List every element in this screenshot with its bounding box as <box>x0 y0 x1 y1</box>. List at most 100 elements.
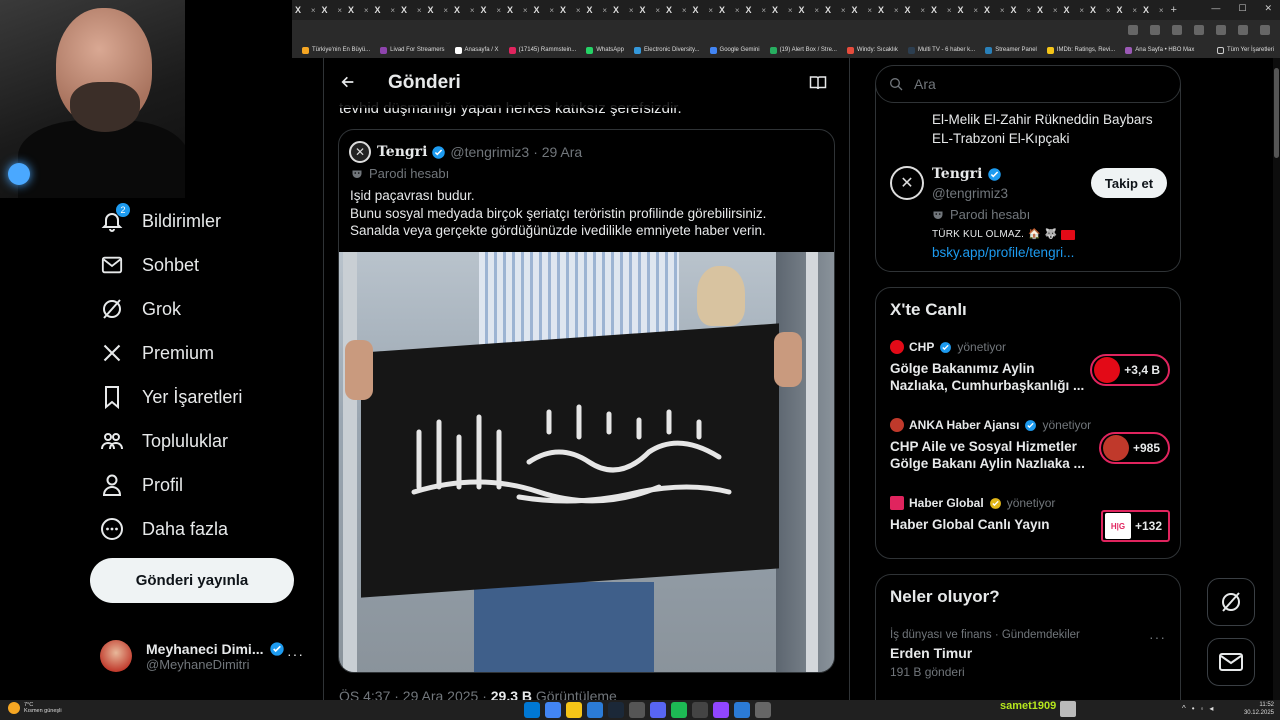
bookmark-item[interactable]: Streamer Panel <box>985 46 1037 54</box>
more-icon[interactable]: ··· <box>1149 629 1166 645</box>
quoted-author-handle[interactable]: @tengrimiz3 <box>450 144 529 160</box>
app-icon[interactable] <box>692 702 708 718</box>
browser-tab[interactable]: X × <box>557 0 584 20</box>
browser-tab[interactable]: X × <box>637 0 664 20</box>
tab-close-icon[interactable]: × <box>973 6 978 15</box>
tab-close-icon[interactable]: × <box>1106 6 1111 15</box>
grok-fab[interactable] <box>1207 578 1255 626</box>
nav-item-x-logo[interactable]: Premium <box>100 338 214 368</box>
maximize-icon[interactable]: ☐ <box>1238 3 1246 14</box>
browser-tab[interactable]: X × <box>1008 0 1035 20</box>
post-button[interactable]: Gönderi yayınla <box>90 558 294 603</box>
tab-close-icon[interactable]: × <box>390 6 395 15</box>
tab-close-icon[interactable]: × <box>470 6 475 15</box>
new-tab-button[interactable]: + <box>1171 4 1177 16</box>
browser-tab[interactable]: X × <box>1034 0 1061 20</box>
app-icon[interactable] <box>755 702 771 718</box>
browser-tab[interactable]: X × <box>743 0 770 20</box>
mic-icon[interactable]: • <box>1192 704 1195 713</box>
folder-icon[interactable] <box>566 702 582 718</box>
tab-close-icon[interactable]: × <box>894 6 899 15</box>
profile-name[interactable]: Tengri <box>932 166 1002 182</box>
live-listeners-pill[interactable]: +985 <box>1098 432 1170 464</box>
live-item[interactable]: Haber Global yönetiyor Haber Global Canlı … <box>890 496 1170 560</box>
profile-avatar[interactable]: ✕ <box>890 166 924 200</box>
all-bookmarks[interactable]: Tüm Yer İşaretleri <box>1216 46 1280 54</box>
browser-tab[interactable]: X × <box>292 0 319 20</box>
extension-icon[interactable] <box>1194 25 1204 35</box>
spotify-icon[interactable] <box>671 702 687 718</box>
bookmark-item[interactable]: Windy: Sıcaklık <box>846 46 898 54</box>
tab-close-icon[interactable]: × <box>364 6 369 15</box>
bookmark-item[interactable]: Google Gemini <box>709 46 760 54</box>
bookmark-item[interactable]: WhatsApp <box>586 46 624 54</box>
browser-tab[interactable]: X × <box>584 0 611 20</box>
tab-close-icon[interactable]: × <box>947 6 952 15</box>
window-controls[interactable]: — ☐ ✕ <box>1211 3 1272 14</box>
network-icon[interactable]: ◦ <box>1201 704 1204 713</box>
quoted-author-name[interactable]: Tengri <box>377 144 427 160</box>
browser-tab[interactable]: X × <box>1061 0 1088 20</box>
bookmark-item[interactable]: Türkiye'nin En Büyü... <box>302 46 370 54</box>
back-arrow-icon[interactable] <box>340 74 356 95</box>
tab-close-icon[interactable]: × <box>841 6 846 15</box>
follow-button[interactable]: Takip et <box>1091 168 1167 198</box>
bookmark-item[interactable]: (19) Alert Box / Stre... <box>769 46 837 54</box>
tab-close-icon[interactable]: × <box>708 6 713 15</box>
nav-item-person[interactable]: Profil <box>100 470 183 500</box>
clock[interactable]: 11:52 30.12.2025 <box>1238 701 1274 717</box>
bookmark-item[interactable]: Livad For Streamers <box>380 46 445 54</box>
browser-tab[interactable]: X × <box>955 0 982 20</box>
browser-tab[interactable]: X × <box>451 0 478 20</box>
bookmark-item[interactable]: Anasayfa / X <box>454 46 499 54</box>
browser-tab[interactable]: X × <box>372 0 399 20</box>
browser-tab[interactable]: X × <box>796 0 823 20</box>
tab-close-icon[interactable]: × <box>814 6 819 15</box>
trend-name[interactable]: Erden Timur <box>890 645 972 661</box>
browser-tab[interactable]: X × <box>822 0 849 20</box>
bookmark-item[interactable]: Ana Sayfa • HBO Max <box>1125 46 1194 54</box>
scrollbar-thumb[interactable] <box>1274 68 1279 158</box>
steam-icon[interactable] <box>608 702 624 718</box>
chevron-up-icon[interactable]: ^ <box>1182 704 1186 713</box>
system-tray[interactable]: ^ • ◦ ◂ <box>1182 704 1213 713</box>
bookmark-item[interactable]: Electronic Diversity... <box>633 46 700 54</box>
browser-tab[interactable]: X × <box>663 0 690 20</box>
tab-close-icon[interactable]: × <box>867 6 872 15</box>
browser-tab[interactable]: X × <box>425 0 452 20</box>
menu-icon[interactable] <box>1260 25 1270 35</box>
browser-tab[interactable]: X × <box>531 0 558 20</box>
live-item[interactable]: ANKA Haber Ajansı yönetiyor CHP Aile ve So… <box>890 418 1170 482</box>
weather-widget[interactable]: 7°C Kısmen güneşli <box>8 702 62 714</box>
tab-close-icon[interactable]: × <box>1026 6 1031 15</box>
tab-close-icon[interactable]: × <box>443 6 448 15</box>
browser-tab[interactable]: X × <box>1140 0 1167 20</box>
live-listeners-pill[interactable]: H|G +132 <box>1100 510 1170 542</box>
zoom-icon[interactable] <box>1128 25 1138 35</box>
browser-tab[interactable]: X × <box>478 0 505 20</box>
nav-item-communities[interactable]: Topluluklar <box>100 426 228 456</box>
browser-tab[interactable]: X × <box>1114 0 1141 20</box>
tab-close-icon[interactable]: × <box>1079 6 1084 15</box>
tab-close-icon[interactable]: × <box>1053 6 1058 15</box>
tab-close-icon[interactable]: × <box>417 6 422 15</box>
address-bar[interactable] <box>292 20 1280 42</box>
tab-close-icon[interactable]: × <box>655 6 660 15</box>
live-listeners-pill[interactable]: +3,4 B <box>1090 354 1170 386</box>
browser-tab[interactable]: X × <box>928 0 955 20</box>
browser-tab[interactable]: X × <box>690 0 717 20</box>
chrome-icon[interactable] <box>545 702 561 718</box>
more-icon[interactable]: ··· <box>287 646 304 662</box>
close-icon[interactable]: ✕ <box>1264 3 1272 14</box>
browser-tab[interactable]: X × <box>981 0 1008 20</box>
browser-tab[interactable]: X × <box>902 0 929 20</box>
tab-close-icon[interactable]: × <box>549 6 554 15</box>
bookmark-item[interactable]: Multi TV - 6 haber k... <box>907 46 975 54</box>
messages-fab[interactable] <box>1207 638 1255 686</box>
speaker-icon[interactable]: ◂ <box>1209 704 1213 713</box>
quoted-post-date[interactable]: · 29 Ara <box>533 144 582 160</box>
tab-close-icon[interactable]: × <box>788 6 793 15</box>
tab-close-icon[interactable]: × <box>576 6 581 15</box>
tab-close-icon[interactable]: × <box>1000 6 1005 15</box>
download-icon[interactable] <box>1216 25 1226 35</box>
